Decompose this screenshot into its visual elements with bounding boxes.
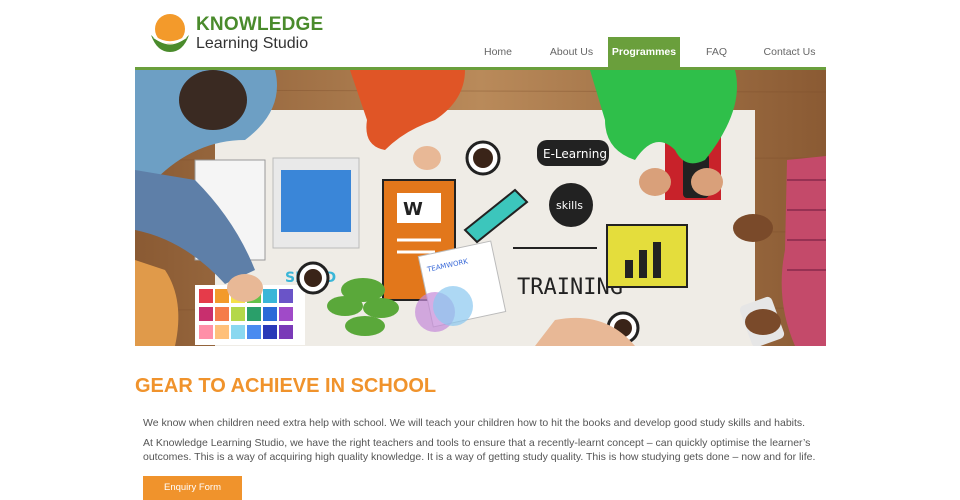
nav-contact-us[interactable]: Contact Us <box>753 37 826 67</box>
nav-programmes[interactable]: Programmes <box>608 37 680 67</box>
board-word-elearning: E-Learning <box>543 147 607 161</box>
nav-faq[interactable]: FAQ <box>680 37 753 67</box>
page-headline: GEAR TO ACHIEVE IN SCHOOL <box>135 375 437 397</box>
enquiry-form-button[interactable]: Enquiry Form <box>143 476 242 500</box>
nav-about-us[interactable]: About Us <box>535 37 608 67</box>
description-paragraph: At Knowledge Learning Studio, we have th… <box>143 437 816 463</box>
board-word-skills: skills <box>556 199 583 212</box>
main-nav: Home About Us Programmes FAQ Contact Us <box>461 37 826 67</box>
nav-home[interactable]: Home <box>461 37 535 67</box>
binder-letter: W <box>403 199 423 220</box>
hero-image: W E-Learning skills TRAINING TEAMWORK <box>135 70 826 346</box>
logo-mark-icon <box>151 14 189 52</box>
logo-subtitle: Learning Studio <box>196 35 309 52</box>
hero-illustration: W E-Learning skills TRAINING TEAMWORK <box>135 70 826 346</box>
logo-title: KNOWLEDGE <box>196 14 324 35</box>
logo[interactable]: KNOWLEDGE Learning Studio <box>149 11 323 57</box>
intro-paragraph: We know when children need extra help wi… <box>143 417 806 429</box>
